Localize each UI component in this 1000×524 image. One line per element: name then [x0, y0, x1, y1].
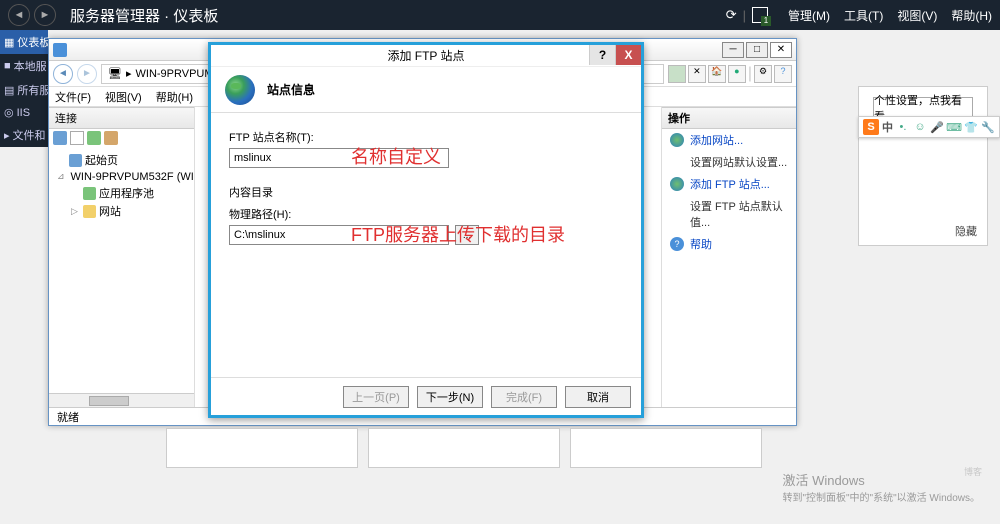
physical-path-input[interactable]: [229, 225, 449, 245]
sidebar-item-files[interactable]: ▸文件和: [0, 123, 48, 147]
dashboard-card[interactable]: [368, 428, 560, 468]
menu-file[interactable]: 文件(F): [55, 89, 91, 105]
app-title: 服务器管理器 · 仪表板: [70, 5, 218, 26]
minimize-button[interactable]: ─: [722, 42, 744, 58]
wizard-heading: 站点信息: [267, 81, 315, 98]
wizard-title-text: 添加 FTP 站点: [387, 47, 464, 64]
sidebar-item-dashboard[interactable]: ▦仪表板: [0, 30, 48, 54]
server-manager-sidebar: ▦仪表板 ■本地服 ▤所有服 ◎IIS ▸文件和: [0, 30, 48, 147]
ime-punct-icon[interactable]: •.: [896, 120, 910, 134]
tree-tool-1[interactable]: [53, 131, 67, 145]
help-icon: ?: [670, 237, 684, 251]
ime-emoji-icon[interactable]: ☺: [913, 120, 927, 134]
dashboard-card[interactable]: [166, 428, 358, 468]
next-button[interactable]: 下一步(N): [417, 386, 483, 408]
browse-button[interactable]: ...: [455, 225, 479, 245]
wizard-close-button[interactable]: X: [615, 45, 641, 65]
sogou-logo-icon: S: [863, 119, 879, 135]
globe-icon: [225, 75, 255, 105]
menu-help[interactable]: 帮助(H): [951, 7, 992, 24]
back-button[interactable]: ◄: [8, 4, 30, 26]
action-ftp-defaults[interactable]: 设置 FTP 站点默认值...: [662, 195, 796, 233]
ime-voice-icon[interactable]: 🎤: [930, 120, 944, 134]
ime-skin-icon[interactable]: 👕: [964, 120, 978, 134]
tree-sites[interactable]: ▷网站: [53, 202, 190, 220]
menu-tools[interactable]: 工具(T): [844, 7, 883, 24]
tree-app-pools[interactable]: 应用程序池: [53, 184, 190, 202]
server-manager-titlebar: ◄ ► 服务器管理器 · 仪表板 ⟳ | 1 管理(M) 工具(T) 视图(V)…: [0, 0, 1000, 30]
ime-mode[interactable]: 中: [882, 119, 893, 135]
add-ftp-site-wizard: 添加 FTP 站点 ? X 站点信息 FTP 站点名称(T): 名称自定义 内容…: [208, 42, 644, 418]
iis-forward-button[interactable]: ►: [77, 64, 97, 84]
sidebar-item-local[interactable]: ■本地服: [0, 54, 48, 78]
action-help[interactable]: ?帮助: [662, 233, 796, 255]
toolbar-icon-4[interactable]: ●: [728, 65, 746, 83]
tree-tool-4[interactable]: [104, 131, 118, 145]
cancel-button[interactable]: 取消: [565, 386, 631, 408]
wizard-titlebar: 添加 FTP 站点 ? X: [211, 45, 641, 67]
activate-subtitle: 转到"控制面板"中的"系统"以激活 Windows。: [782, 489, 980, 504]
dashboard-card[interactable]: [570, 428, 762, 468]
prev-button: 上一页(P): [343, 386, 409, 408]
toolbar-help-icon[interactable]: ?: [774, 65, 792, 83]
globe-icon: [670, 177, 684, 191]
actions-header: 操作: [662, 107, 796, 129]
menu-manage[interactable]: 管理(M): [788, 7, 830, 24]
wizard-footer: 上一页(P) 下一步(N) 完成(F) 取消: [211, 377, 641, 415]
notifications-flag-icon[interactable]: 1: [752, 7, 768, 23]
globe-icon: [670, 133, 684, 147]
connections-header: 连接: [49, 107, 194, 129]
wizard-body: FTP 站点名称(T): 名称自定义 内容目录 物理路径(H): ... FTP…: [211, 113, 641, 377]
actions-panel: 操作 添加网站... 设置网站默认设置... 添加 FTP 站点... 设置 F…: [661, 107, 796, 407]
tree-tool-3[interactable]: [87, 131, 101, 145]
finish-button: 完成(F): [491, 386, 557, 408]
sidebar-item-all[interactable]: ▤所有服: [0, 78, 48, 102]
site-name-label: FTP 站点名称(T):: [229, 129, 623, 145]
tree-host[interactable]: ⊿WIN-9PRVPUM532F (WIN-: [53, 169, 190, 184]
tree-tool-2[interactable]: [70, 131, 84, 145]
action-add-ftp[interactable]: 添加 FTP 站点...: [662, 173, 796, 195]
toolbar-settings-icon[interactable]: ⚙: [754, 65, 772, 83]
refresh-icon[interactable]: ⟳: [726, 7, 737, 23]
close-button[interactable]: ✕: [770, 42, 792, 58]
content-dir-label: 内容目录: [229, 184, 623, 200]
connections-panel: 连接 起始页 ⊿WIN-9PRVPUM532F (WIN- 应用程序池 ▷网站: [49, 107, 195, 407]
physical-path-label: 物理路径(H):: [229, 206, 623, 222]
ime-tool-icon[interactable]: 🔧: [981, 120, 995, 134]
iis-back-button[interactable]: ◄: [53, 64, 73, 84]
dashboard-cards: [166, 428, 762, 468]
forward-button[interactable]: ►: [34, 4, 56, 26]
breadcrumb-icon: 🖥: [108, 67, 122, 80]
toolbar-icon-3[interactable]: 🏠: [708, 65, 726, 83]
personalize-card: 个性设置，点我看看 隐藏: [858, 86, 988, 246]
action-site-defaults[interactable]: 设置网站默认设置...: [662, 151, 796, 173]
sogou-ime-bar[interactable]: S 中 •. ☺ 🎤 ⌨ 👕 🔧: [858, 116, 1000, 138]
menu-help[interactable]: 帮助(H): [156, 89, 193, 105]
site-name-input[interactable]: [229, 148, 449, 168]
toolbar-icon-1[interactable]: [668, 65, 686, 83]
iis-app-icon: [53, 43, 67, 57]
toolbar-icon-2[interactable]: ✕: [688, 65, 706, 83]
activate-title: 激活 Windows: [782, 470, 980, 489]
sidebar-item-iis[interactable]: ◎IIS: [0, 102, 48, 123]
tree-scrollbar[interactable]: [49, 393, 194, 407]
hide-link[interactable]: 隐藏: [955, 223, 977, 239]
maximize-button[interactable]: □: [746, 42, 768, 58]
tree-start-page[interactable]: 起始页: [53, 151, 190, 169]
wizard-header: 站点信息: [211, 67, 641, 113]
ime-keyboard-icon[interactable]: ⌨: [947, 120, 961, 134]
menu-view[interactable]: 视图(V): [105, 89, 142, 105]
menu-view[interactable]: 视图(V): [897, 7, 937, 24]
action-add-website[interactable]: 添加网站...: [662, 129, 796, 151]
wizard-help-button[interactable]: ?: [589, 45, 615, 65]
activate-windows-notice: 激活 Windows 转到"控制面板"中的"系统"以激活 Windows。: [782, 470, 980, 504]
